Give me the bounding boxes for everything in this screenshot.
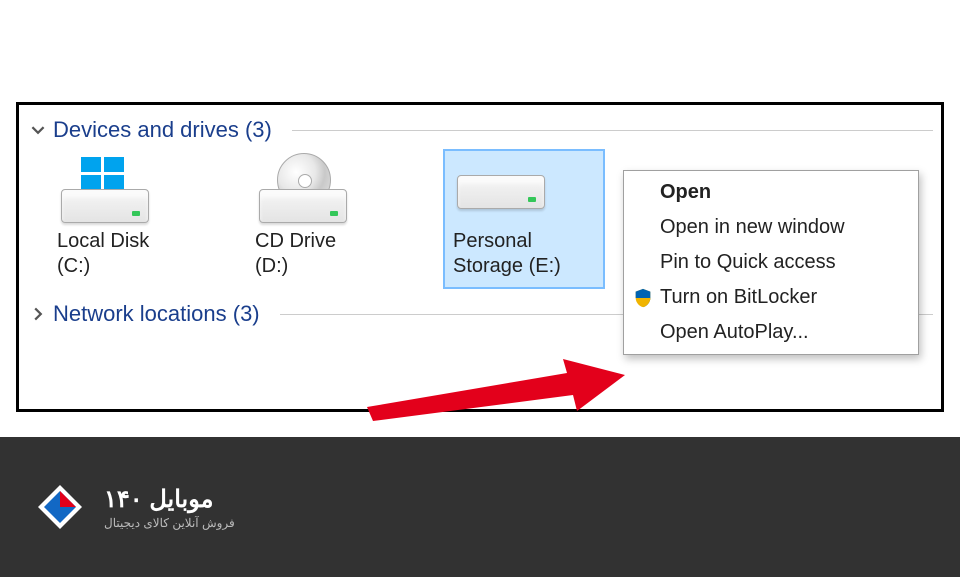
menu-label: Turn on BitLocker <box>660 286 817 309</box>
drive-label-line: Local Disk <box>57 230 149 252</box>
menu-open-autoplay[interactable]: Open AutoPlay... <box>626 315 916 350</box>
drive-label-line: CD Drive <box>255 230 336 252</box>
drive-label: Local Disk (C:) <box>57 229 199 279</box>
brand-logo-icon <box>32 479 88 535</box>
menu-turn-on-bitlocker[interactable]: Turn on BitLocker <box>626 280 916 315</box>
brand-text: موبایل ۱۴۰ فروش آنلاین کالای دیجیتال <box>104 485 235 530</box>
menu-label: Open <box>660 181 711 204</box>
devices-section-header[interactable]: Devices and drives (3) <box>31 117 933 143</box>
menu-label: Open in new window <box>660 216 845 239</box>
drive-label-line: (C:) <box>57 255 90 277</box>
drive-label: CD Drive (D:) <box>255 229 397 279</box>
menu-label: Open AutoPlay... <box>660 321 809 344</box>
drive-label-line: Personal <box>453 230 532 252</box>
menu-label: Pin to Quick access <box>660 251 836 274</box>
drive-personal-storage-e[interactable]: Personal Storage (E:) <box>445 151 603 287</box>
brand-tagline: فروش آنلاین کالای دیجیتال <box>104 516 235 530</box>
drive-local-disk-c[interactable]: Local Disk (C:) <box>49 151 207 287</box>
drive-icon <box>453 157 549 223</box>
drive-icon <box>255 157 351 223</box>
windows-logo-icon <box>81 157 125 191</box>
section-divider <box>292 130 933 131</box>
shield-icon <box>632 287 654 309</box>
brand-name: موبایل ۱۴۰ <box>104 485 235 514</box>
menu-open-new-window[interactable]: Open in new window <box>626 210 916 245</box>
menu-open[interactable]: Open <box>626 175 916 210</box>
drive-icon <box>57 157 153 223</box>
arrow-callout-icon <box>367 353 627 423</box>
devices-section-title: Devices and drives (3) <box>53 117 272 143</box>
network-section-title: Network locations (3) <box>53 301 260 327</box>
context-menu: Open Open in new window Pin to Quick acc… <box>623 170 919 355</box>
drive-cd-d[interactable]: CD Drive (D:) <box>247 151 405 287</box>
chevron-down-icon <box>31 123 45 137</box>
explorer-panel: Devices and drives (3) Local Disk (C:) <box>16 102 944 412</box>
chevron-right-icon <box>31 307 45 321</box>
drive-label: Personal Storage (E:) <box>453 229 595 279</box>
menu-pin-quick-access[interactable]: Pin to Quick access <box>626 245 916 280</box>
drive-label-line: Storage (E:) <box>453 255 561 277</box>
drive-label-line: (D:) <box>255 255 288 277</box>
footer-bar: موبایل ۱۴۰ فروش آنلاین کالای دیجیتال <box>0 437 960 577</box>
